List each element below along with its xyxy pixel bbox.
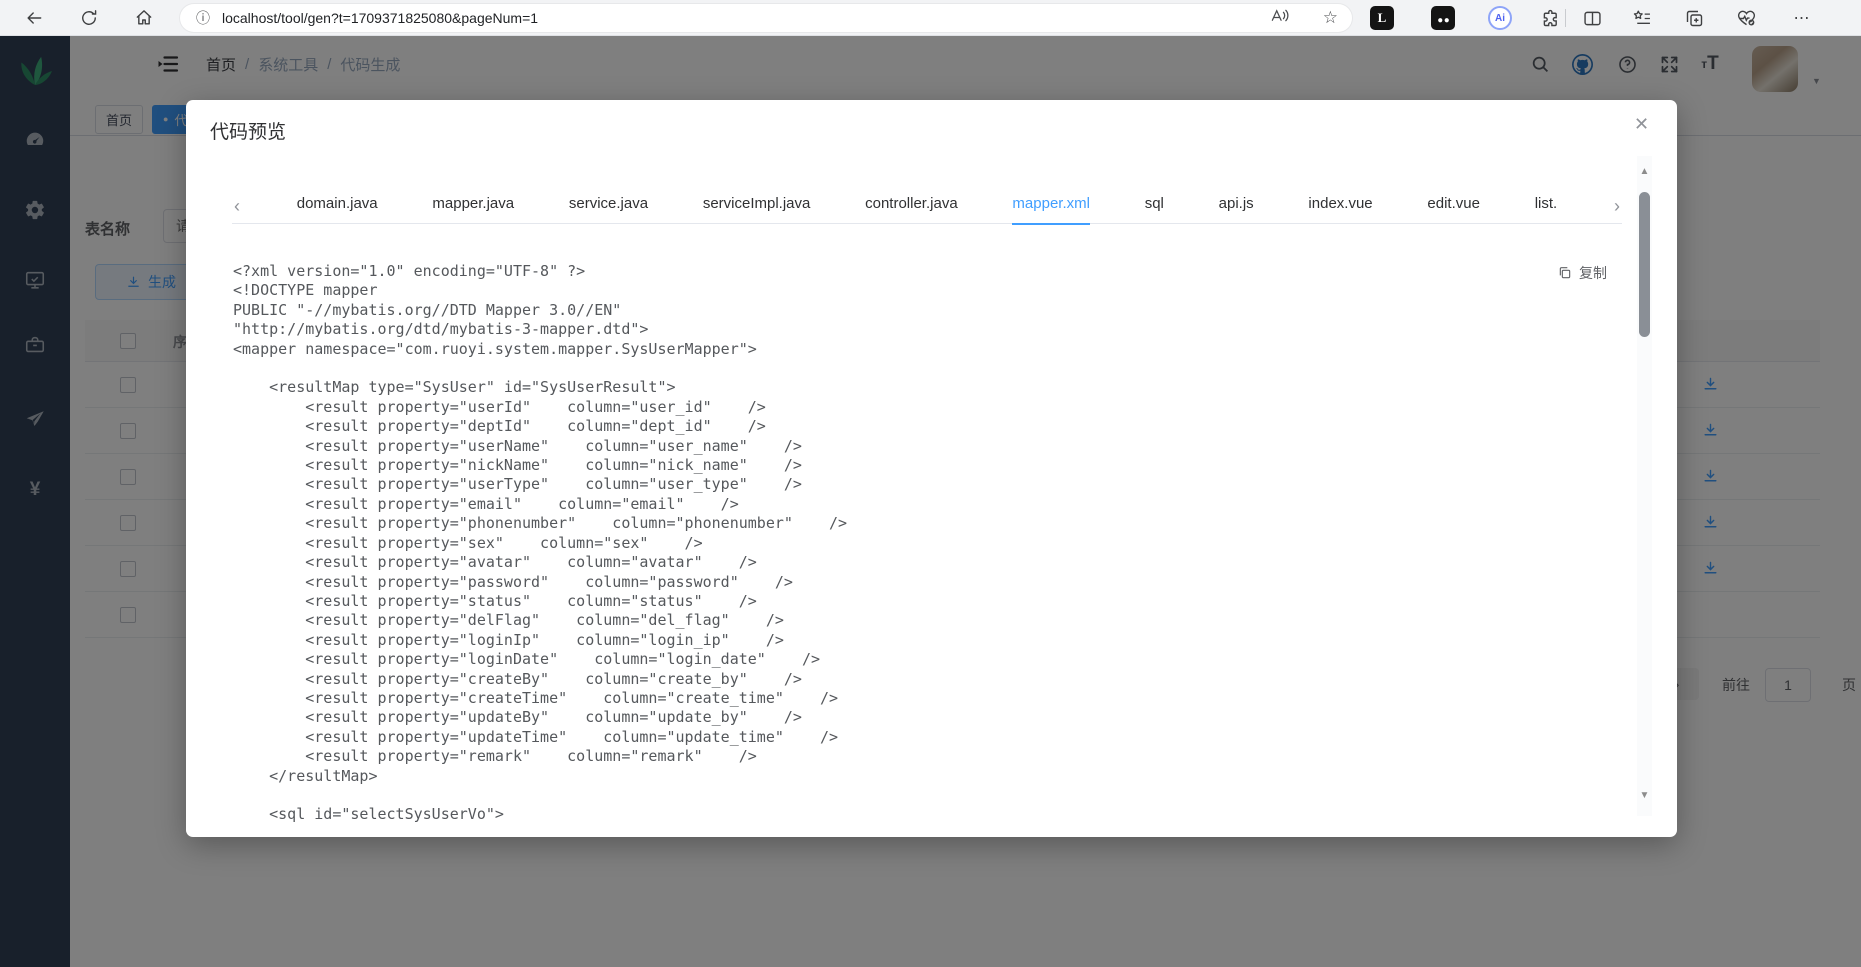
tab-api-js[interactable]: api.js xyxy=(1219,188,1254,224)
scroll-up-icon[interactable]: ▲ xyxy=(1637,166,1652,177)
url-text[interactable]: localhost/tool/gen?t=1709371825080&pageN… xyxy=(222,10,538,26)
tab-domain-java[interactable]: domain.java xyxy=(297,188,378,224)
split-screen-icon[interactable] xyxy=(1580,6,1604,30)
tabs-prev-icon[interactable]: ‹ xyxy=(232,197,242,215)
address-bar[interactable]: ⓘ localhost/tool/gen?t=1709371825080&pag… xyxy=(180,4,1352,32)
tab-serviceimpl-java[interactable]: serviceImpl.java xyxy=(703,188,811,224)
favorite-star-icon[interactable]: ☆ xyxy=(1323,8,1338,28)
code-tabs: ‹ domain.java mapper.java service.java s… xyxy=(232,188,1622,225)
dialog-title: 代码预览 xyxy=(210,122,287,143)
tab-sql[interactable]: sql xyxy=(1145,188,1164,224)
code-preview-dialog: 代码预览 ✕ ‹ domain.java mapper.java service… xyxy=(186,100,1677,837)
scroll-down-icon[interactable]: ▼ xyxy=(1637,790,1652,801)
site-info-icon[interactable]: ⓘ xyxy=(196,8,210,28)
tab-mapper-java[interactable]: mapper.java xyxy=(432,188,514,224)
tab-list[interactable]: list. xyxy=(1535,188,1558,224)
copy-icon xyxy=(1559,267,1571,279)
modal-scrollbar-thumb[interactable] xyxy=(1639,192,1650,337)
toolbar-divider xyxy=(1565,9,1566,27)
tab-edit-vue[interactable]: edit.vue xyxy=(1427,188,1480,224)
favorites-hub-icon[interactable] xyxy=(1630,6,1654,30)
tab-index-vue[interactable]: index.vue xyxy=(1308,188,1372,224)
browser-essentials-icon[interactable] xyxy=(1734,6,1758,30)
tabs-next-icon[interactable]: › xyxy=(1612,197,1622,215)
refresh-icon[interactable] xyxy=(77,6,101,30)
screen: ⓘ localhost/tool/gen?t=1709371825080&pag… xyxy=(0,0,1861,967)
close-icon[interactable]: ✕ xyxy=(1634,114,1649,135)
code-content[interactable]: <?xml version="1.0" encoding="UTF-8" ?> … xyxy=(233,262,1553,825)
read-aloud-icon[interactable] xyxy=(1270,6,1289,30)
tab-mapper-xml[interactable]: mapper.xml xyxy=(1012,188,1090,225)
extensions-puzzle-icon[interactable] xyxy=(1538,6,1562,30)
extension-dots-icon[interactable] xyxy=(1431,6,1455,30)
extension-ai-icon[interactable]: Ai xyxy=(1488,6,1512,30)
browser-menu-icon[interactable]: ⋯ xyxy=(1790,6,1814,30)
app-shell: ¥ 首页 / 系统工具 / 代码生成 xyxy=(0,36,1861,967)
tab-service-java[interactable]: service.java xyxy=(569,188,648,224)
back-icon[interactable] xyxy=(22,6,46,30)
home-icon[interactable] xyxy=(132,6,156,30)
extension-l-icon[interactable]: L xyxy=(1370,6,1394,30)
tab-controller-java[interactable]: controller.java xyxy=(865,188,958,224)
browser-toolbar: ⓘ localhost/tool/gen?t=1709371825080&pag… xyxy=(0,0,1861,36)
collections-icon[interactable] xyxy=(1682,6,1706,30)
copy-button[interactable]: 复制 xyxy=(1557,263,1607,283)
